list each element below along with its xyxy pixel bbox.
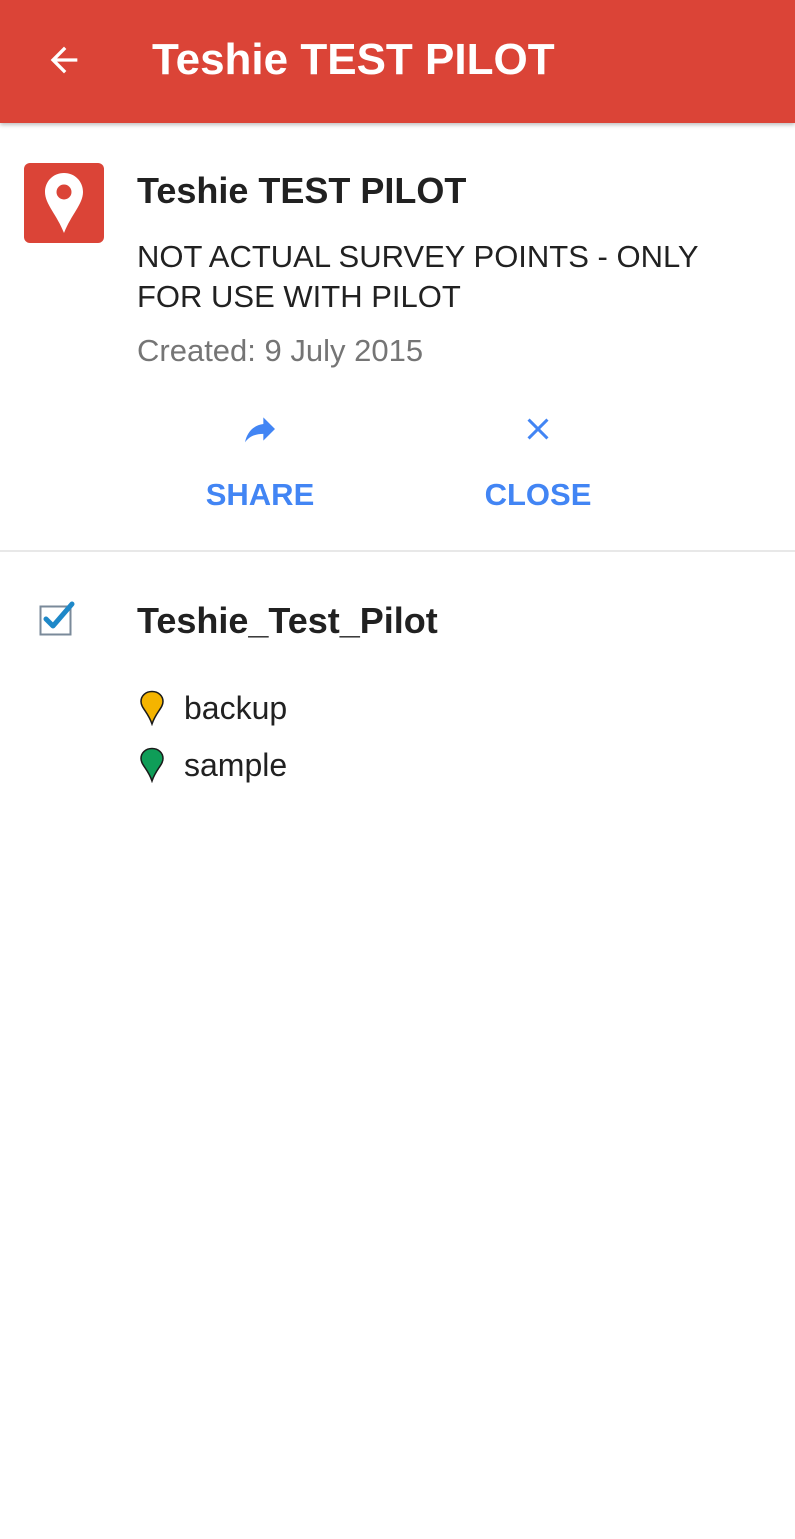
map-pin-icon <box>24 163 104 243</box>
close-label: CLOSE <box>484 477 592 512</box>
map-title: Teshie TEST PILOT <box>137 170 467 211</box>
close-button[interactable]: CLOSE <box>438 398 638 528</box>
share-label: SHARE <box>205 477 315 512</box>
map-description: NOT ACTUAL SURVEY POINTS - ONLY FOR USE … <box>137 239 699 314</box>
legend-item-backup: backup <box>138 688 287 728</box>
marker-pin-icon <box>140 690 164 726</box>
share-button[interactable]: SHARE <box>160 398 360 528</box>
marker-pin-icon <box>140 747 164 783</box>
legend-label: sample <box>184 747 288 783</box>
layer-name: Teshie_Test_Pilot <box>137 600 438 641</box>
created-date: Created: 9 July 2015 <box>137 333 424 368</box>
layer-checkbox[interactable] <box>38 600 80 636</box>
legend-item-sample: sample <box>138 745 287 785</box>
close-icon <box>527 418 549 440</box>
section-divider <box>0 550 795 552</box>
page-title: Teshie TEST PILOT <box>152 35 555 84</box>
legend-label: backup <box>184 690 288 726</box>
arrow-back-icon <box>50 46 78 74</box>
app-bar: Teshie TEST PILOT <box>0 0 795 123</box>
back-button[interactable] <box>24 20 104 100</box>
share-icon <box>245 417 275 443</box>
checkbox-checked-icon <box>39 601 75 636</box>
